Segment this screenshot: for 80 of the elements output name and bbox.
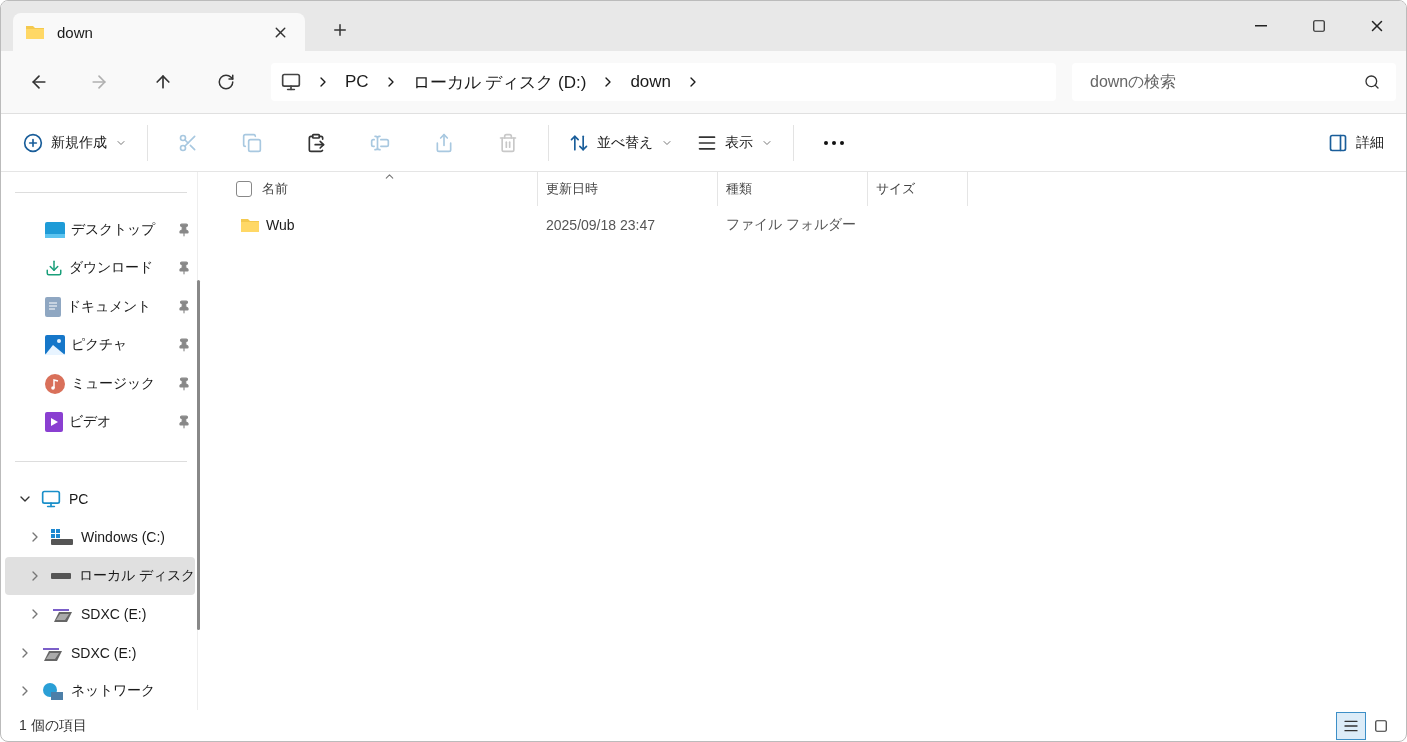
breadcrumb-item[interactable]: PC (345, 72, 369, 92)
more-icon (824, 140, 844, 145)
folder-icon (25, 24, 45, 40)
sidebar-item[interactable]: ドキュメント (1, 287, 197, 326)
tab[interactable]: down (13, 13, 305, 51)
sidebar-item[interactable]: ピクチャ (1, 326, 197, 365)
pin-icon[interactable] (176, 376, 191, 391)
pin-icon[interactable] (176, 414, 191, 429)
monitor-icon (41, 489, 61, 510)
network-icon (41, 681, 63, 700)
pin-icon[interactable] (176, 261, 191, 276)
desktop-icon (45, 222, 65, 239)
tree-label: ネットワーク (71, 681, 155, 700)
sidebar-label: ドキュメント (67, 297, 152, 316)
tree-label: PC (69, 491, 89, 508)
plus-icon (331, 21, 349, 39)
table-cell-text: 2025/09/18 23:47 (545, 217, 656, 233)
picture-icon (45, 335, 65, 356)
tree-item[interactable]: ネットワーク (5, 671, 195, 711)
column-header[interactable]: サイズ (868, 172, 968, 206)
tree-item[interactable]: ローカル ディスク (5, 556, 195, 595)
monitor-icon (281, 72, 301, 92)
column-header[interactable]: 更新日時 (538, 172, 718, 206)
paste-icon (306, 132, 326, 153)
pin-icon[interactable] (176, 338, 191, 353)
sidebar-label: ダウンロード (69, 259, 154, 278)
tree-item[interactable]: Windows (C:) (5, 518, 195, 557)
sidebar-item[interactable]: デスクトップ (1, 210, 197, 250)
table-cell-text: ファイル フォルダー (725, 216, 857, 234)
sidebar-item[interactable]: ダウンロード (1, 249, 197, 288)
sidebar-label: ビデオ (69, 412, 112, 431)
share-icon (434, 132, 454, 153)
tree-item[interactable]: SDXC (E:) (5, 595, 195, 634)
tab-label: down (57, 23, 94, 41)
checkbox[interactable] (236, 181, 252, 197)
sidebar-label: ピクチャ (71, 336, 128, 355)
address-bar[interactable]: PC ローカル ディスク (D:) down (271, 63, 1056, 101)
video-icon (45, 411, 63, 432)
copy-icon (242, 132, 262, 153)
column-header[interactable]: 名前 (228, 172, 538, 206)
document-icon (45, 296, 61, 317)
refresh-icon (217, 73, 235, 91)
cut-icon (178, 132, 198, 153)
tree-label: SDXC (E:) (71, 644, 137, 661)
scrollbar[interactable] (196, 280, 200, 630)
download-icon (45, 259, 63, 278)
status-text: 1 個の項目 (19, 716, 88, 735)
pin-icon[interactable] (176, 299, 191, 314)
tiles-icon (1374, 718, 1388, 733)
file-name: Wub (266, 217, 295, 233)
breadcrumb-item[interactable]: down (630, 72, 672, 92)
new-button[interactable]: 新規作成 (13, 122, 137, 163)
folder-icon (240, 217, 260, 233)
tree-item[interactable]: SDXC (E:) (5, 633, 195, 672)
breadcrumb-item[interactable]: ローカル ディスク (D:) (412, 70, 587, 94)
tree-label: SDXC (E:) (81, 606, 147, 623)
view-button[interactable]: 表示 (687, 122, 783, 163)
music-note-icon (45, 373, 65, 394)
sort-button[interactable]: 並べ替え (559, 122, 683, 163)
column-header[interactable]: 種類 (718, 172, 868, 206)
sidebar-label: デスクトップ (71, 221, 157, 240)
file-row[interactable]: Wub 2025/09/18 23:47 ファイル フォルダー (228, 206, 1406, 244)
minimize-icon (1255, 25, 1267, 27)
trash-icon (498, 132, 518, 153)
plus-icon (23, 132, 43, 153)
maximize-icon (1312, 19, 1326, 33)
drive-icon (51, 572, 71, 579)
search-icon[interactable] (1364, 74, 1380, 90)
pin-icon[interactable] (176, 223, 191, 238)
tree-label: Windows (C:) (81, 529, 165, 546)
tree-item[interactable]: PC (5, 479, 195, 519)
drive-icon (51, 529, 73, 546)
details-view-button[interactable] (1336, 711, 1366, 740)
sidebar-item[interactable]: ビデオ (1, 402, 197, 441)
details-pane-icon (1328, 132, 1348, 153)
tree-label: ローカル ディスク (79, 566, 195, 585)
sidebar-item[interactable]: ミュージック (1, 364, 197, 403)
search-field[interactable]: downの検索 (1072, 63, 1396, 101)
sidebar-label: ミュージック (71, 374, 156, 393)
details-button[interactable]: 詳細 (1318, 122, 1394, 163)
